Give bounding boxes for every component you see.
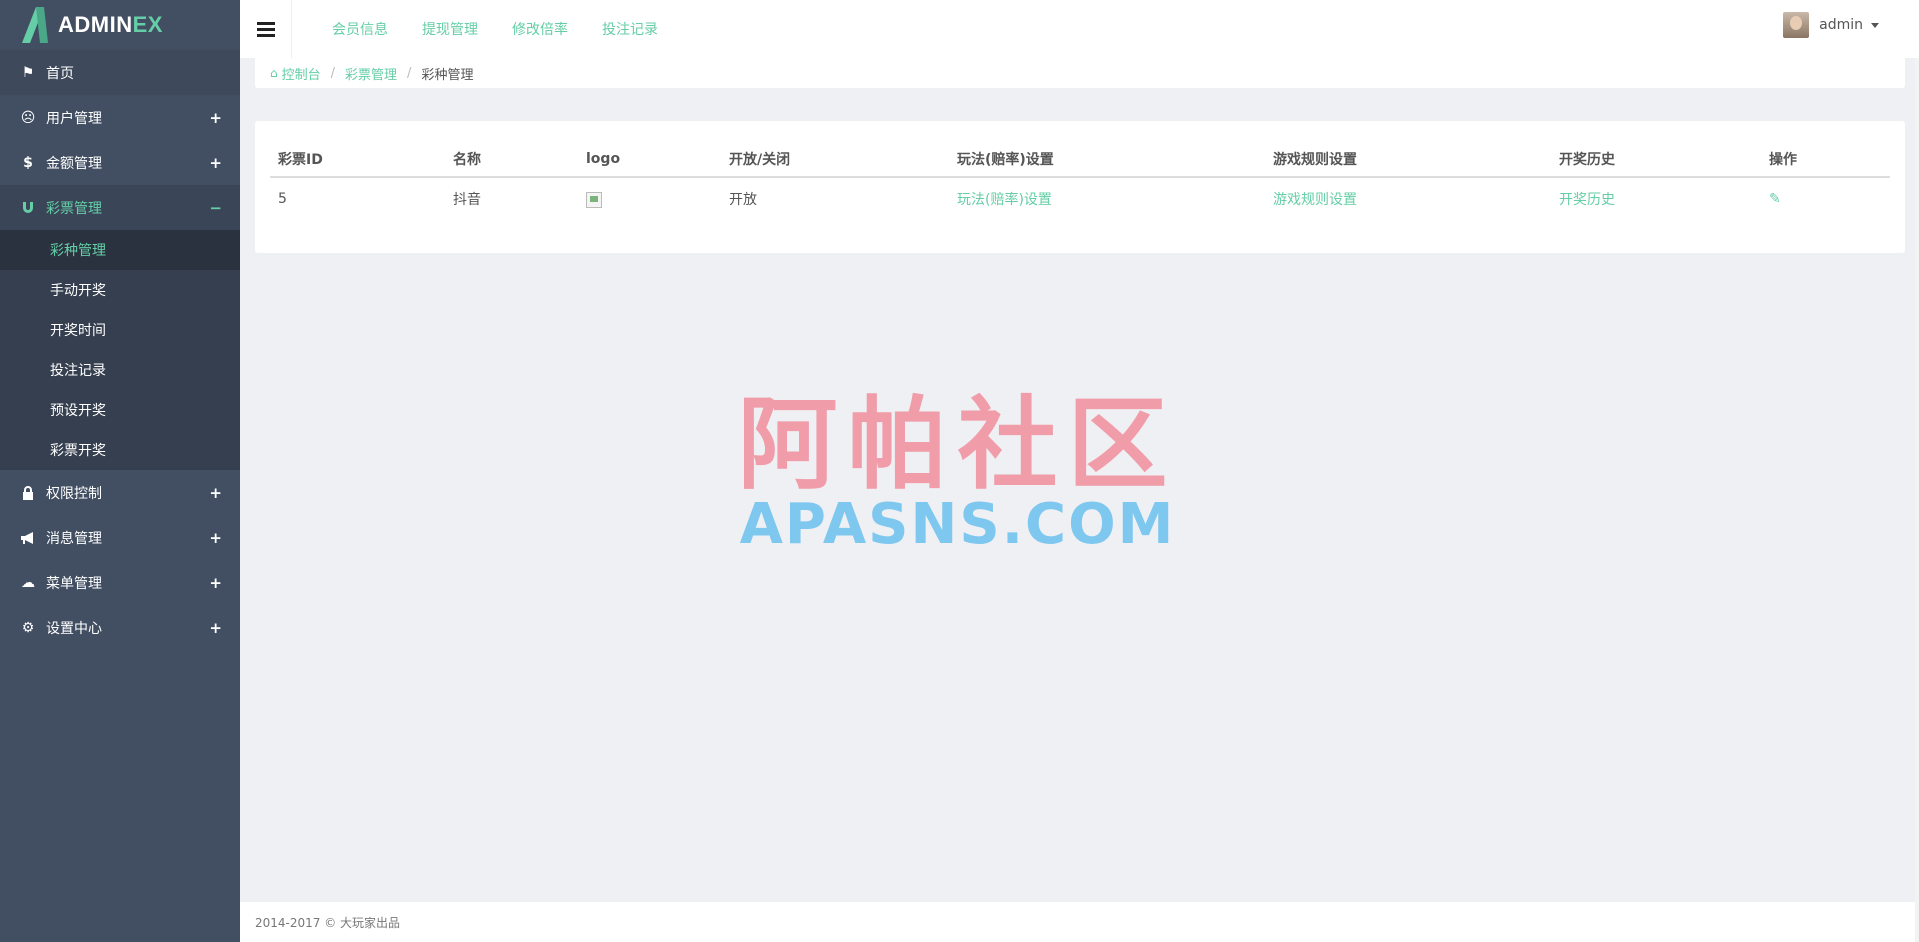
sidebar-item-lottery[interactable]: 彩票管理 − (0, 185, 240, 230)
cell-history: 开奖历史 (1551, 177, 1761, 219)
sidebar-item-finance[interactable]: $ 金额管理 + (0, 140, 240, 185)
sidebar-item-messages[interactable]: 消息管理 + (0, 515, 240, 560)
dollar-icon: $ (23, 154, 33, 171)
rules-settings-link[interactable]: 游戏规则设置 (1273, 192, 1357, 208)
lottery-table-panel: 彩票ID 名称 logo 开放/关闭 玩法(赔率)设置 游戏规则设置 开奖历史 … (255, 121, 1905, 253)
top-header: 会员信息 提现管理 修改倍率 投注记录 admin (240, 0, 1919, 58)
user-menu[interactable]: admin (1783, 12, 1879, 38)
brand-logo[interactable]: ADMINEX (0, 0, 240, 50)
col-header-actions: 操作 (1761, 141, 1890, 178)
edit-icon[interactable]: ✎ (1769, 191, 1781, 207)
col-header-id: 彩票ID (270, 141, 445, 178)
cell-actions: ✎ (1761, 177, 1890, 219)
scrollbar[interactable] (1915, 58, 1919, 942)
expand-icon: + (209, 108, 222, 127)
home-icon: ⌂ (270, 66, 278, 80)
sidebar-item-settings[interactable]: ⚙ 设置中心 + (0, 605, 240, 650)
cloud-icon: ☁ (21, 574, 35, 591)
draw-history-link[interactable]: 开奖历史 (1559, 192, 1615, 208)
expand-icon: + (209, 483, 222, 502)
submenu-item-draw-time[interactable]: 开奖时间 (0, 310, 240, 350)
breadcrumb-separator: / (407, 65, 412, 81)
caret-down-icon (1871, 22, 1879, 28)
flag-icon: ⚑ (21, 64, 35, 81)
breadcrumb-dashboard[interactable]: 控制台 (282, 64, 321, 83)
expand-icon: + (209, 618, 222, 637)
cell-rules: 游戏规则设置 (1265, 177, 1551, 219)
odds-settings-link[interactable]: 玩法(赔率)设置 (957, 192, 1052, 208)
cell-name: 抖音 (453, 191, 481, 208)
adminex-logo-icon (18, 5, 52, 45)
lottery-table: 彩票ID 名称 logo 开放/关闭 玩法(赔率)设置 游戏规则设置 开奖历史 … (270, 141, 1890, 219)
avatar (1783, 12, 1810, 38)
brand-name: ADMINEX (58, 12, 163, 37)
lock-icon (20, 485, 36, 501)
submenu-item-lottery-draw[interactable]: 彩票开奖 (0, 430, 240, 470)
col-header-odds: 玩法(赔率)设置 (949, 141, 1265, 178)
table-row: 5 抖音 开放 玩法(赔率)设置 游戏规则设置 开奖历史 ✎ (270, 177, 1890, 219)
sidebar-item-permissions[interactable]: 权限控制 + (0, 470, 240, 515)
table-header-row: 彩票ID 名称 logo 开放/关闭 玩法(赔率)设置 游戏规则设置 开奖历史 … (270, 141, 1890, 178)
cell-logo (578, 177, 721, 219)
breadcrumb-current: 彩种管理 (421, 67, 474, 83)
cell-id: 5 (278, 190, 287, 207)
col-header-logo: logo (578, 141, 721, 178)
collapse-icon: − (209, 198, 222, 217)
col-header-status: 开放/关闭 (721, 141, 949, 178)
hamburger-icon (256, 21, 275, 37)
user-circle-icon: ☹ (20, 109, 36, 126)
submenu-item-lottery-types[interactable]: 彩种管理 (0, 230, 240, 270)
sidebar-menu-lower: 权限控制 + 消息管理 + ☁ 菜单管理 + ⚙ 设置中心 + (0, 470, 240, 650)
cell-odds: 玩法(赔率)设置 (949, 177, 1265, 219)
sidebar: ADMINEX ⚑ 首页 ☹ 用户管理 + $ 金额管理 + 彩票管理 − 彩种… (0, 0, 240, 942)
breadcrumb: ⌂ 控制台 / 彩票管理 / 彩种管理 (255, 58, 1905, 88)
sidebar-item-menus[interactable]: ☁ 菜单管理 + (0, 560, 240, 605)
user-name: admin (1819, 17, 1863, 33)
submenu-item-bet-records[interactable]: 投注记录 (0, 350, 240, 390)
footer: 2014-2017 © 大玩家出品 (240, 902, 1919, 942)
sidebar-item-users[interactable]: ☹ 用户管理 + (0, 95, 240, 140)
top-nav-member-info[interactable]: 会员信息 (332, 19, 388, 39)
sidebar-item-home[interactable]: ⚑ 首页 (0, 50, 240, 95)
top-nav-odds[interactable]: 修改倍率 (512, 19, 568, 39)
col-header-rules: 游戏规则设置 (1265, 141, 1551, 178)
gear-icon: ⚙ (21, 619, 35, 636)
bullhorn-icon (20, 530, 36, 546)
magnet-icon (20, 200, 36, 216)
sidebar-menu: ⚑ 首页 ☹ 用户管理 + $ 金额管理 + 彩票管理 − (0, 50, 240, 230)
watermark: 阿帕社区 APASNS.COM (715, 395, 1200, 553)
top-nav-withdraw[interactable]: 提现管理 (422, 19, 478, 39)
col-header-name: 名称 (445, 141, 578, 178)
sidebar-toggle-button[interactable] (240, 0, 292, 58)
submenu-item-manual-draw[interactable]: 手动开奖 (0, 270, 240, 310)
watermark-en: APASNS.COM (739, 492, 1176, 557)
footer-copyright: 2014-2017 © 大玩家出品 (255, 915, 401, 930)
lottery-submenu: 彩种管理 手动开奖 开奖时间 投注记录 预设开奖 彩票开奖 (0, 230, 240, 470)
expand-icon: + (209, 153, 222, 172)
submenu-item-preset-draw[interactable]: 预设开奖 (0, 390, 240, 430)
watermark-cn: 阿帕社区 (737, 386, 1178, 503)
broken-image-icon (586, 191, 602, 208)
expand-icon: + (209, 573, 222, 592)
top-nav: 会员信息 提现管理 修改倍率 投注记录 (332, 19, 692, 39)
breadcrumb-lottery[interactable]: 彩票管理 (345, 64, 397, 83)
expand-icon: + (209, 528, 222, 547)
breadcrumb-separator: / (330, 65, 336, 81)
col-header-history: 开奖历史 (1551, 141, 1761, 178)
cell-status: 开放 (729, 191, 757, 208)
top-nav-bet-records[interactable]: 投注记录 (602, 19, 658, 39)
